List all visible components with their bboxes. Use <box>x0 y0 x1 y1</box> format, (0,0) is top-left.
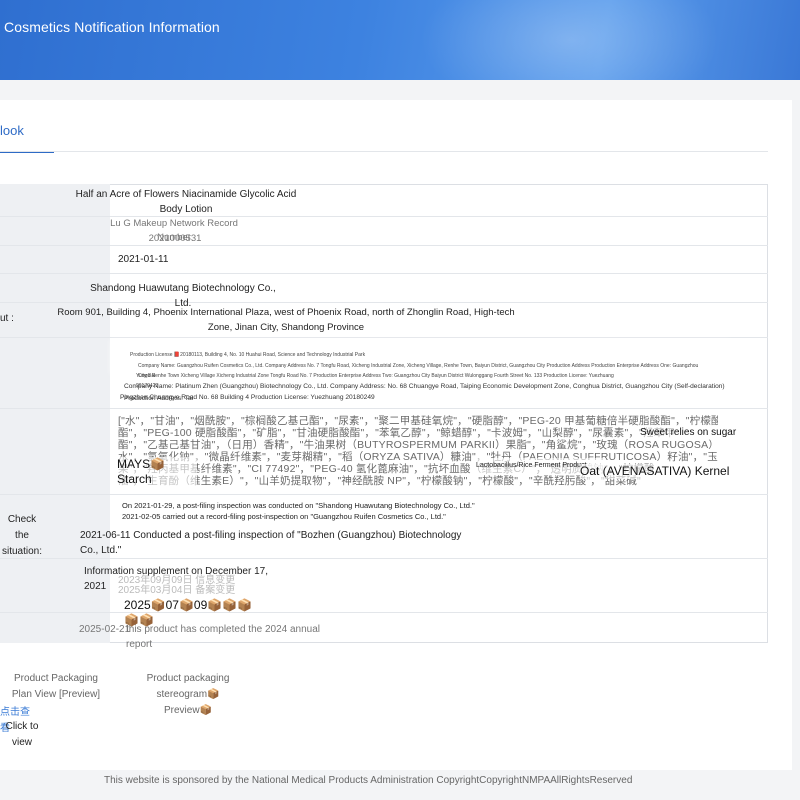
inspection-line-2: 2021-02-05 carried out a record-filing p… <box>122 512 446 521</box>
supplement-ghost-2: 2025年03月04日 备案变更 <box>118 585 236 596</box>
row-divider <box>0 558 768 559</box>
production-line-1: Production License 📕20180113, Building 4… <box>130 352 366 358</box>
tab-look[interactable]: look <box>0 123 54 153</box>
overlay-oat: Oat (AVENASATIVA) Kernel <box>580 464 730 479</box>
row-divider <box>0 337 768 338</box>
row-divider <box>0 273 768 274</box>
row-divider <box>0 408 768 409</box>
packaging-plan-view-link[interactable]: Product Packaging Plan View [Preview] <box>4 671 108 703</box>
check-situation-label: Check the situation: <box>1 514 43 557</box>
production-line-5: Pingzhen Chuangye Road No. 68 Building 4… <box>120 394 375 401</box>
click-to-view-link[interactable]: Click to view <box>2 719 42 751</box>
overlay-starch: MAYS📦Starch <box>117 457 197 487</box>
row-divider <box>0 494 768 495</box>
page-title: Cosmetics Notification Information <box>4 19 220 35</box>
annual-report-date: 2025-02-21 <box>79 624 131 635</box>
row-divider <box>0 612 768 613</box>
record-number: 2021000531 <box>148 233 202 244</box>
inspection-line-3: 2021-06-11 Conducted a post-filing inspe… <box>80 530 462 556</box>
product-name: Half an Acre of Flowers Niacinamide Glyc… <box>75 189 297 215</box>
annual-report-text: this product has completed the 2024 annu… <box>126 624 321 650</box>
header-banner: Cosmetics Notification Information <box>0 0 800 80</box>
packaging-stereogram-link[interactable]: Product packaging stereogram📦Preview📦 <box>140 671 236 719</box>
footer-text: This website is sponsored by the Nationa… <box>104 775 633 786</box>
row-divider <box>0 245 768 246</box>
address-label: ut : <box>0 313 14 324</box>
tab-divider <box>0 151 768 152</box>
registrant-address: Room 901, Building 4, Phoenix Internatio… <box>57 307 515 333</box>
record-date: 2021-01-11 <box>118 254 169 265</box>
inspection-line-1: On 2021-01-29, a post-filing inspection … <box>122 501 475 510</box>
banner-glow <box>420 0 720 80</box>
overlay-sugar: Sweet relies on sugar <box>640 425 740 440</box>
